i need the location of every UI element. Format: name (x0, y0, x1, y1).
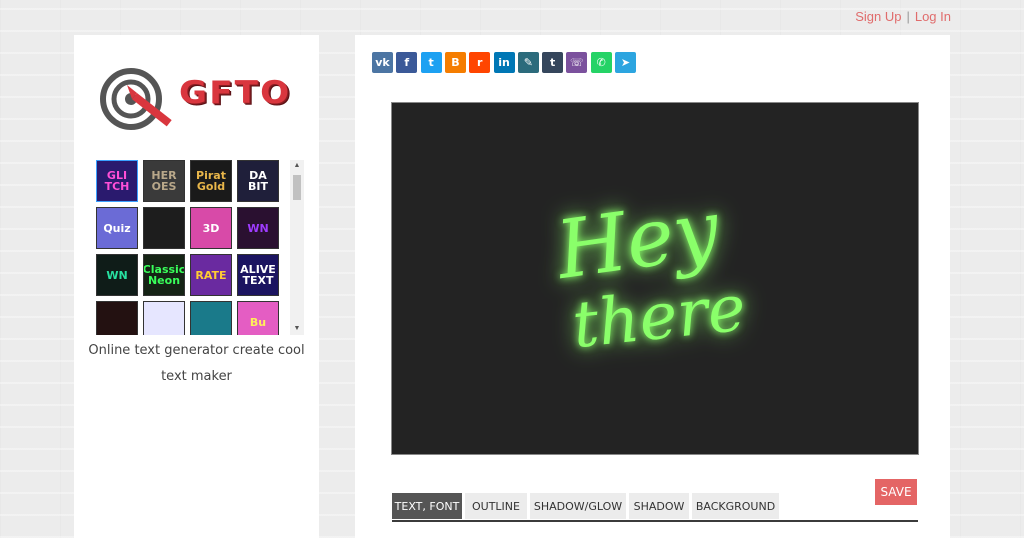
viber-icon[interactable]: ☏ (566, 52, 588, 73)
effect-thumbnail[interactable]: ALIVE TEXT (237, 254, 279, 296)
facebook-icon[interactable]: f (396, 52, 418, 73)
vk-icon[interactable]: vk (372, 52, 393, 73)
auth-separator: | (906, 9, 910, 24)
scroll-up-arrow-icon[interactable]: ▲ (290, 160, 304, 172)
blogger-icon[interactable]: B (444, 52, 466, 73)
tab-outline[interactable]: OUTLINE (465, 493, 527, 519)
tab-shadow[interactable]: SHADOW (629, 493, 689, 519)
effect-thumbnail[interactable]: DA BIT (237, 160, 279, 202)
effect-thumbnail[interactable] (143, 207, 185, 249)
gallery-scrollbar[interactable]: ▲ ▼ (290, 160, 304, 335)
tab-background[interactable]: BACKGROUND (692, 493, 779, 519)
effect-thumbnail[interactable]: Classic Neon (143, 254, 185, 296)
livejournal-icon[interactable]: ✎ (517, 52, 539, 73)
signup-link[interactable]: Sign Up (855, 9, 901, 24)
scroll-down-arrow-icon[interactable]: ▼ (290, 323, 304, 335)
tagline: Online text generator create cool text m… (88, 343, 305, 384)
tab-text-font[interactable]: TEXT, FONT (392, 493, 462, 519)
auth-links: Sign Up | Log In (855, 9, 951, 24)
logo-text: GFTO (179, 75, 292, 111)
twitter-icon[interactable]: t (420, 52, 442, 73)
effect-thumbnail[interactable] (143, 301, 185, 335)
telegram-icon[interactable]: ➤ (615, 52, 636, 73)
scroll-thumb[interactable] (293, 175, 301, 200)
editor-tabs: TEXT, FONT OUTLINE SHADOW/GLOW SHADOW BACKGR… (392, 493, 918, 522)
effect-thumbnail[interactable]: Bu (237, 301, 279, 335)
editor-panel: vk f t Br in ✎ t ☏ ✆ ➤ Hey there SAVE TEXT, FONT O… (355, 35, 950, 538)
effect-thumbnail[interactable]: WN (237, 207, 279, 249)
sidebar: GFTO GLI TCH HER OES Pirat Gold DA BIT Quiz 3… (74, 35, 319, 538)
tumblr-icon[interactable]: t (542, 52, 564, 73)
effect-thumbnail[interactable]: Quiz (96, 207, 138, 249)
preview-canvas[interactable]: Hey there (391, 102, 919, 455)
effect-thumbnail[interactable]: WN (96, 254, 138, 296)
linkedin-icon[interactable]: in (493, 52, 515, 73)
effect-thumbnail[interactable]: HER OES (143, 160, 185, 202)
tab-shadow-glow[interactable]: SHADOW/GLOW (530, 493, 626, 519)
effect-gallery: GLI TCH HER OES Pirat Gold DA BIT Quiz 3D WN WN… (96, 160, 284, 335)
login-link[interactable]: Log In (915, 9, 951, 24)
reddit-icon[interactable]: r (469, 52, 491, 73)
effect-thumbnail[interactable]: Pirat Gold (190, 160, 232, 202)
logo-icon (100, 68, 172, 130)
effect-thumbnail[interactable]: GLI TCH (96, 160, 138, 202)
effect-thumbnail[interactable]: RATE (190, 254, 232, 296)
effect-thumbnail[interactable] (96, 301, 138, 335)
logo[interactable]: GFTO (99, 63, 289, 133)
effect-thumbnail[interactable]: 3D (190, 207, 232, 249)
neon-text-preview: Hey there (549, 182, 749, 363)
effect-thumbnail[interactable] (190, 301, 232, 335)
whatsapp-icon[interactable]: ✆ (590, 52, 612, 73)
